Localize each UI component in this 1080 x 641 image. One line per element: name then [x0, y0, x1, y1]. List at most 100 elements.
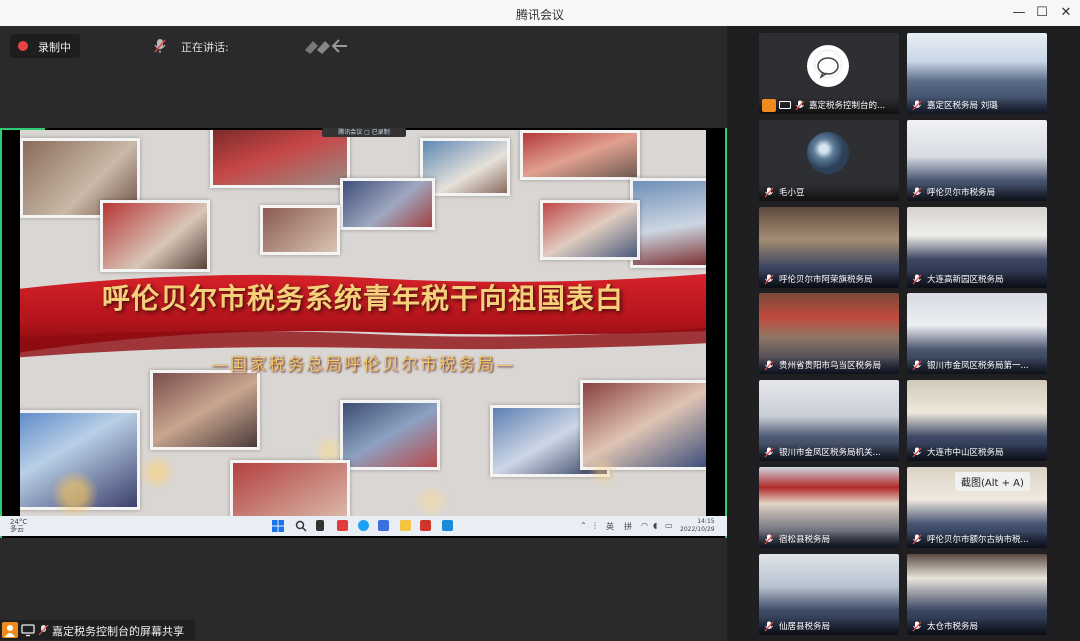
participant-tile[interactable]: 太仓市税务局 [907, 554, 1047, 635]
microphone-muted-icon [38, 624, 49, 636]
screen-share-icon [21, 624, 35, 637]
share-owner-label: 嘉定税务控制台的屏幕共享 [52, 625, 184, 638]
participant-tile[interactable]: 银川市金凤区税务局机关... [759, 380, 899, 461]
participant-tile[interactable]: 仙居县税务局 [759, 554, 899, 635]
recording-indicator[interactable]: 录制中 [10, 34, 80, 58]
participant-tile[interactable]: 呼伦贝尔市税务局 [907, 120, 1047, 201]
participant-name: 嘉定税务控制台的... [809, 101, 886, 111]
participant-name: 宿松县税务局 [779, 535, 831, 545]
meeting-app-icon [378, 520, 389, 531]
microphone-muted-icon [764, 621, 774, 632]
microphone-muted-icon [912, 534, 922, 545]
annotation-tools-icon[interactable] [303, 36, 349, 56]
microphone-muted-icon [154, 39, 166, 53]
share-border-left [0, 128, 2, 538]
search-icon [295, 520, 307, 532]
presentation-slide: 呼伦贝尔市税务系统青年税干向祖国表白 —国家税务总局呼伦贝尔市税务局— [20, 130, 706, 516]
participant-name: 呼伦贝尔市阿荣旗税务局 [779, 275, 873, 285]
microphone-muted-icon [912, 100, 922, 111]
participant-name: 银川市金凤区税务局第一... [927, 361, 1029, 371]
participant-label-bar: 呼伦贝尔市阿荣旗税务局 [759, 271, 899, 288]
clock-date: 2022/10/29 [680, 526, 715, 533]
participant-name: 银川市金凤区税务局机关... [779, 448, 881, 458]
remote-meeting-bar: 腾讯会议 ▢ 已录制 [322, 128, 406, 137]
collage-photo [260, 205, 340, 255]
participant-name: 大连高新园区税务局 [927, 275, 1004, 285]
participant-name: 呼伦贝尔市税务局 [927, 188, 996, 198]
microphone-muted-icon [764, 447, 774, 458]
ime-lang: 英 [606, 522, 614, 531]
participant-tile[interactable]: 毛小豆 [759, 120, 899, 201]
participant-tile[interactable]: 银川市金凤区税务局第一... [907, 293, 1047, 374]
taskbar-clock: 14:15 2022/10/29 [680, 518, 715, 534]
participant-tile[interactable]: 嘉定区税务局 刘璐 [907, 33, 1047, 114]
avatar [807, 45, 849, 87]
microphone-muted-icon [912, 447, 922, 458]
participant-tile[interactable]: 贵州省贵阳市乌当区税务局 [759, 293, 899, 374]
task-view-icon [316, 520, 324, 531]
collage-photo [340, 178, 435, 230]
microphone-muted-icon [764, 187, 774, 198]
microphone-muted-icon [912, 621, 922, 632]
taskbar-app-icon [337, 520, 348, 531]
microphone-muted-icon [912, 274, 922, 285]
participant-tile[interactable]: 呼伦贝尔市阿荣旗税务局 [759, 207, 899, 288]
weather-widget: 24°C 多云 [10, 519, 27, 533]
clock-time: 14:15 [697, 518, 715, 525]
participant-tile[interactable]: 嘉定税务控制台的... [759, 33, 899, 114]
participant-name: 嘉定区税务局 刘璐 [927, 101, 998, 111]
participant-name: 仙居县税务局 [779, 622, 831, 632]
microphone-muted-icon [912, 187, 922, 198]
participant-tile[interactable]: 宿松县税务局 [759, 467, 899, 548]
screen-share-indicator[interactable]: 嘉定税务控制台的屏幕共享 [0, 620, 195, 640]
speaker-icon: ◖ [653, 521, 658, 530]
collage-photo [520, 130, 640, 180]
host-icon [762, 99, 776, 112]
participant-label-bar: 嘉定区税务局 刘璐 [907, 97, 1047, 114]
participant-tile[interactable]: 大连高新园区税务局 [907, 207, 1047, 288]
window-titlebar: 腾讯会议 — ☐ ✕ [0, 0, 1080, 26]
participant-label-bar: 银川市金凤区税务局第一... [907, 357, 1047, 374]
collage-photo [540, 200, 640, 260]
microphone-muted-icon [764, 274, 774, 285]
taskbar-app-icon [442, 520, 453, 531]
participant-label-bar: 仙居县税务局 [759, 618, 899, 635]
participant-name: 太仓市税务局 [927, 622, 979, 632]
remote-window-controls: —▢✕ [666, 131, 713, 140]
weather-text: 多云 [10, 525, 24, 533]
ime-mode: 拼 [624, 522, 632, 531]
participant-label-bar: 毛小豆 [759, 184, 899, 201]
shared-screen: 呼伦贝尔市税务系统青年税干向祖国表白 —国家税务总局呼伦贝尔市税务局— —▢✕ … [0, 128, 727, 538]
participant-label-bar: 银川市金凤区税务局机关... [759, 444, 899, 461]
participant-label-bar: 大连市中山区税务局 [907, 444, 1047, 461]
avatar [807, 132, 849, 174]
banner-title: 呼伦贝尔市税务系统青年税干向祖国表白 [101, 282, 624, 315]
person-icon [2, 622, 18, 638]
participant-name: 呼伦贝尔市额尔古纳市税... [927, 535, 1029, 545]
collage-photo [630, 178, 706, 268]
record-dot-icon [18, 41, 28, 51]
wifi-icon: ◠ [641, 521, 648, 530]
screen-share-icon [779, 101, 791, 109]
participant-label-bar: 宿松县税务局 [759, 531, 899, 548]
battery-icon: ▭ [665, 521, 673, 530]
recording-label: 录制中 [38, 41, 71, 54]
file-explorer-icon [400, 520, 411, 531]
collage-photo [210, 130, 350, 188]
minimize-icon[interactable]: — [1010, 4, 1028, 22]
tray-dots-icon: ⋮ [591, 521, 599, 530]
banner-subtitle: —国家税务总局呼伦贝尔市税务局— [211, 355, 515, 375]
speaking-label: 正在讲话: [181, 41, 229, 54]
participant-label-bar: 太仓市税务局 [907, 618, 1047, 635]
edge-browser-icon [358, 520, 369, 531]
window-title: 腾讯会议 [515, 8, 564, 22]
participant-tile[interactable]: 大连市中山区税务局 [907, 380, 1047, 461]
close-icon[interactable]: ✕ [1057, 4, 1075, 22]
microphone-muted-icon [912, 360, 922, 371]
maximize-icon[interactable]: ☐ [1033, 4, 1051, 22]
microphone-muted-icon [795, 100, 805, 111]
wps-icon [420, 520, 431, 531]
participant-name: 大连市中山区税务局 [927, 448, 1004, 458]
participant-label-bar: 呼伦贝尔市税务局 [907, 184, 1047, 201]
remote-taskbar: 24°C 多云 ⌃ ⋮ 英 拼 ◠ ◖ ▭ 14:15 2022/10/29 [0, 516, 727, 536]
